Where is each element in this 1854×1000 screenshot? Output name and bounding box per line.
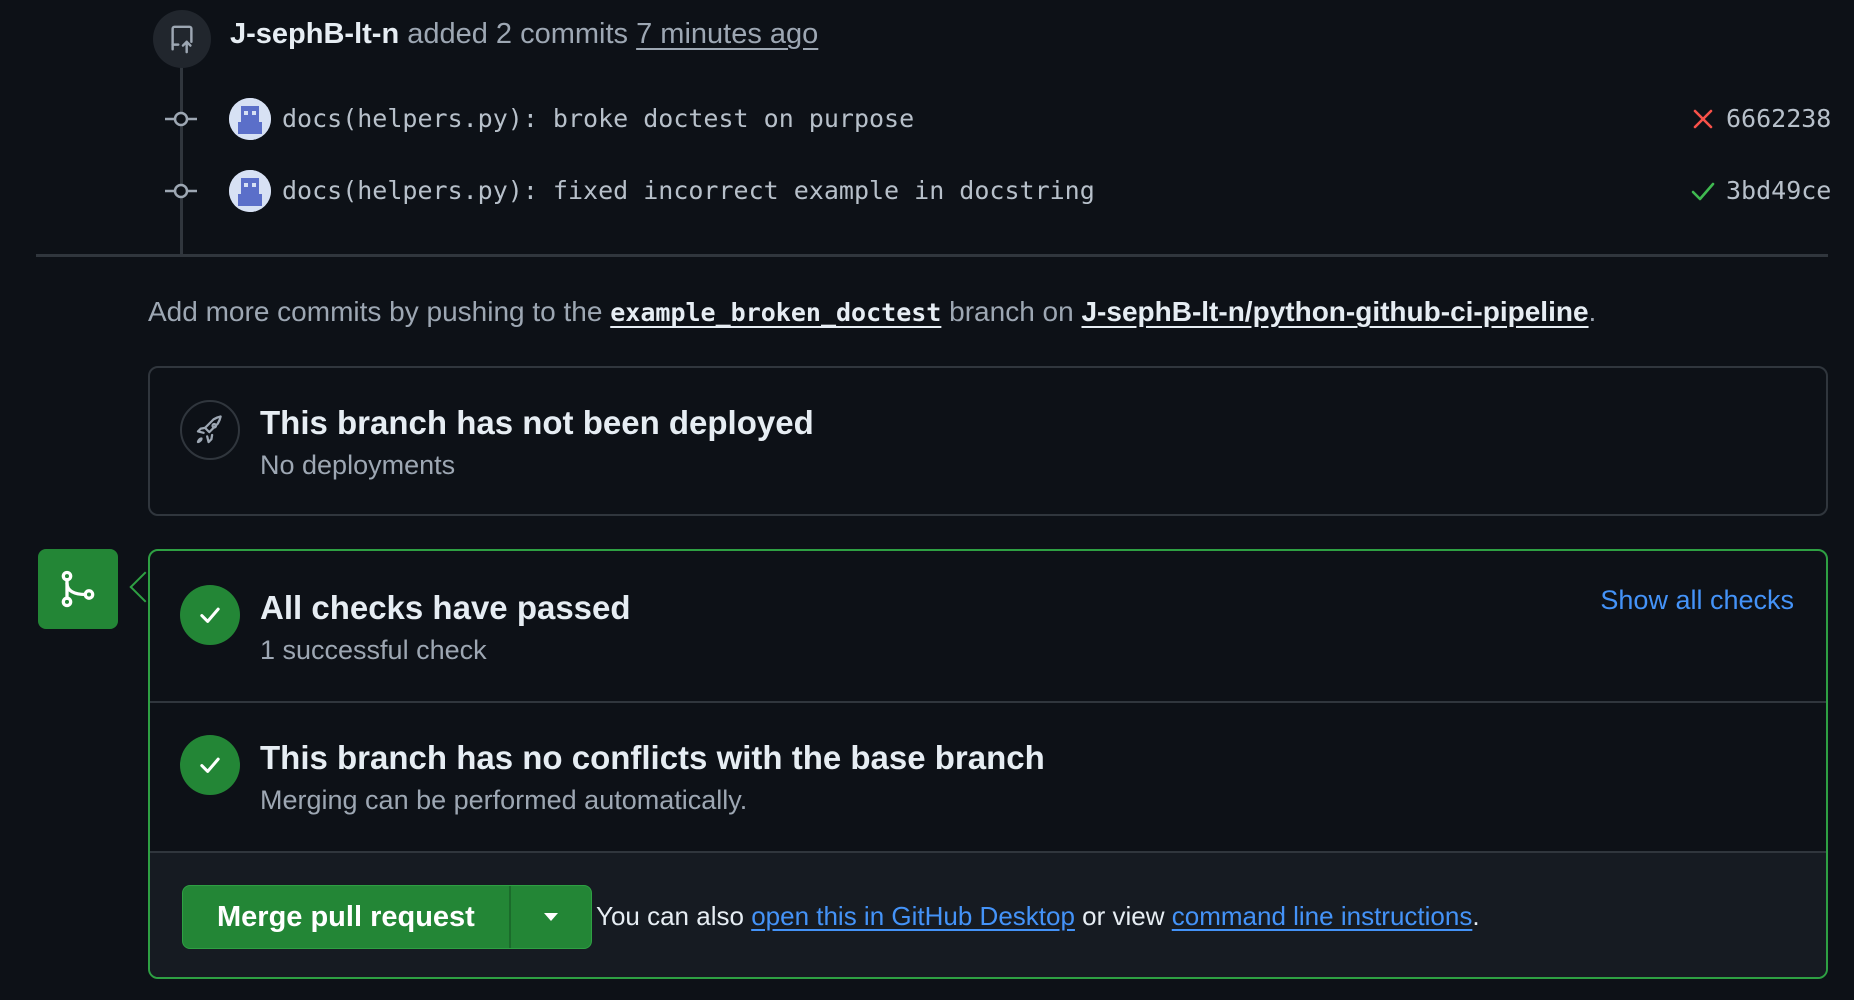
commit-node-icon <box>165 183 197 199</box>
conflicts-subtitle: Merging can be performed automatically. <box>260 785 748 815</box>
commit-sha[interactable]: 3bd49ce <box>1726 176 1831 205</box>
commit-message[interactable]: docs(helpers.py): broke doctest on purpo… <box>282 104 914 133</box>
checks-subtitle: 1 successful check <box>260 635 487 665</box>
git-merge-icon <box>38 549 118 629</box>
check-circle-icon <box>180 585 240 645</box>
merge-button-group: Merge pull request <box>182 885 592 949</box>
deployment-title: This branch has not been deployed <box>260 404 814 441</box>
x-icon[interactable] <box>1690 106 1716 132</box>
branch-link[interactable]: example_broken_doctest <box>610 298 941 327</box>
timeline-divider <box>36 254 1828 257</box>
push-time[interactable]: 7 minutes ago <box>636 18 818 50</box>
check-circle-icon <box>180 735 240 795</box>
also-prefix: You can also <box>596 901 744 931</box>
commit-message[interactable]: docs(helpers.py): fixed incorrect exampl… <box>282 176 1095 205</box>
avatar[interactable] <box>229 98 271 140</box>
push-event-header: J-sephB-lt-n added 2 commits 7 minutes a… <box>230 18 818 51</box>
repo-link[interactable]: J-sephB-lt-n/python-github-ci-pipeline <box>1081 296 1588 327</box>
conflicts-title: This branch has no conflicts with the ba… <box>260 739 1045 776</box>
caret-down-icon <box>543 913 558 921</box>
commit-sha[interactable]: 6662238 <box>1726 104 1831 133</box>
push-hint: Add more commits by pushing to the examp… <box>148 296 1596 328</box>
commit-row: docs(helpers.py): broke doctest on purpo… <box>0 94 1854 144</box>
avatar[interactable] <box>229 170 271 212</box>
deployment-subtitle: No deployments <box>260 450 456 480</box>
checks-title: All checks have passed <box>260 589 631 626</box>
conflicts-section: This branch has no conflicts with the ba… <box>150 701 1826 851</box>
hint-suffix: . <box>1588 296 1597 327</box>
merge-box: All checks have passed 1 successful chec… <box>148 549 1828 979</box>
push-author[interactable]: J-sephB-lt-n <box>230 18 399 50</box>
checks-section: All checks have passed 1 successful chec… <box>150 551 1826 701</box>
github-desktop-link[interactable]: open this in GitHub Desktop <box>751 901 1075 931</box>
hint-middle: branch on <box>949 296 1074 327</box>
commit-row: docs(helpers.py): fixed incorrect exampl… <box>0 166 1854 216</box>
merge-options-dropdown[interactable] <box>508 886 591 948</box>
hint-prefix: Add more commits by pushing to the <box>148 296 603 327</box>
merge-pull-request-button[interactable]: Merge pull request <box>183 886 509 948</box>
commit-node-icon <box>165 111 197 127</box>
timeline-line <box>180 40 183 254</box>
or-view-text: or view <box>1082 901 1165 931</box>
merge-suffix: . <box>1472 901 1480 931</box>
show-all-checks-link[interactable]: Show all checks <box>1600 585 1794 616</box>
rocket-icon <box>180 400 240 460</box>
repo-push-icon <box>153 10 211 68</box>
merge-alternatives: You can also open this in GitHub Desktop… <box>596 901 1480 932</box>
check-icon[interactable] <box>1690 178 1716 204</box>
command-line-instructions-link[interactable]: command line instructions <box>1172 901 1473 931</box>
push-action: added 2 commits <box>407 18 629 50</box>
merge-action-section: Merge pull request You can also open thi… <box>150 851 1826 977</box>
deployment-box: This branch has not been deployed No dep… <box>148 366 1828 516</box>
